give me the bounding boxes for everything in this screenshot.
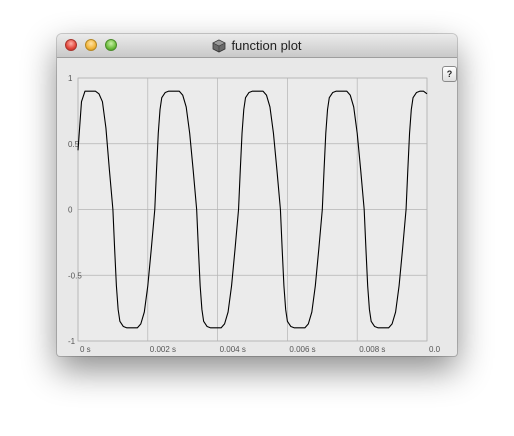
y-tick-label: -0.5 [68,271,82,280]
y-tick-label: 0 [68,206,73,215]
app-cube-icon [212,39,227,53]
plot-area: 0 s 0.002 s 0.004 s 0.006 s 0.008 s 0.0 1 0.5 0-… [57,58,457,356]
window-title-area: function plot [57,34,457,57]
x-tick-label: 0 s [80,345,91,354]
function-plot-chart: 0 s 0.002 s 0.004 s 0.006 s 0.008 s 0.010.50-… [68,74,441,354]
title-bar[interactable]: function plot [57,34,457,58]
x-tick-label: 0.0 [429,345,441,354]
x-tick-label: 0.002 s [150,345,176,354]
y-tick-label: 1 [68,74,73,83]
x-tick-label: 0.004 s [220,345,246,354]
function-plot-window: function plot 0 s 0.002 s 0.004 s 0.006 s 0.… [57,34,457,356]
y-tick-label: -1 [68,337,76,346]
help-button[interactable]: ? [442,66,457,82]
x-tick-label: 0.006 s [289,345,315,354]
window-title: function plot [231,38,302,53]
x-tick-label: 0.008 s [359,345,385,354]
